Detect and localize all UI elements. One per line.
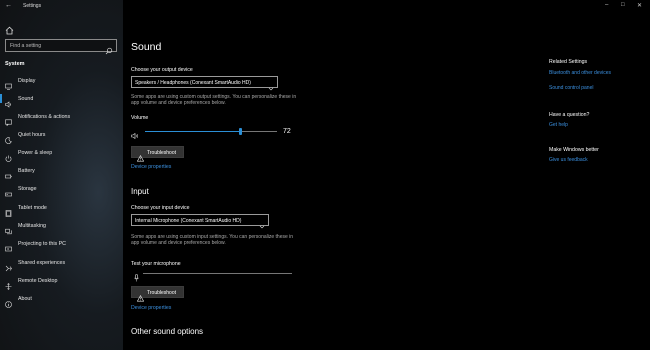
- notifications-icon: [5, 113, 12, 127]
- chevron-down-icon: [268, 79, 274, 91]
- sidebar-item-label: Tablet mode: [18, 205, 47, 211]
- test-microphone-label: Test your microphone: [131, 261, 181, 267]
- input-device-dropdown[interactable]: Internal Microphone (Conexant SmartAudio…: [131, 214, 269, 229]
- output-device-dropdown[interactable]: Speakers / Headphones (Conexant SmartAud…: [131, 76, 278, 91]
- search-icon[interactable]: [105, 42, 113, 55]
- sidebar-item-label: Storage: [18, 186, 37, 192]
- home-icon[interactable]: [5, 22, 14, 35]
- sidebar-item-label: Battery: [18, 168, 35, 174]
- sound-control-panel-link[interactable]: Sound control panel: [549, 85, 593, 91]
- feedback-heading: Make Windows better: [549, 147, 599, 153]
- input-device-properties-link[interactable]: Device properties: [131, 305, 171, 311]
- speaker-volume-icon[interactable]: [131, 127, 139, 140]
- microphone-level-meter: [143, 273, 292, 274]
- remote-icon: [5, 277, 12, 290]
- active-indicator: [0, 94, 2, 103]
- sidebar-item-label: About: [18, 296, 32, 302]
- output-note: Some apps are using custom output settin…: [131, 94, 297, 107]
- volume-label: Volume: [131, 115, 149, 121]
- give-feedback-link[interactable]: Give us feedback: [549, 157, 588, 163]
- input-device-value: Internal Microphone (Conexant SmartAudio…: [135, 218, 242, 224]
- sidebar-item-power-sleep[interactable]: Power & sleep: [0, 145, 123, 162]
- search-input[interactable]: Find a setting: [5, 39, 117, 55]
- question-heading: Have a question?: [549, 112, 590, 118]
- button-label: Troubleshoot: [147, 290, 176, 296]
- sidebar-item-tablet-mode[interactable]: Tablet mode: [0, 200, 123, 217]
- sidebar-item-label: Sound: [18, 96, 34, 102]
- display-icon: [5, 77, 12, 90]
- sidebar-item-battery[interactable]: Battery: [0, 163, 123, 179]
- main-content: Sound Choose your output device Speakers…: [131, 0, 531, 350]
- volume-slider-fill: [145, 131, 241, 132]
- back-arrow-icon[interactable]: ←: [5, 2, 12, 9]
- bluetooth-devices-link[interactable]: Bluetooth and other devices: [549, 70, 611, 76]
- sidebar-item-projecting[interactable]: Projecting to this PC: [0, 236, 123, 252]
- info-icon: [5, 295, 12, 308]
- sidebar-item-sound[interactable]: Sound: [0, 91, 123, 108]
- shared-icon: [5, 259, 12, 272]
- related-settings-heading: Related Settings: [549, 59, 588, 65]
- warning-icon: [136, 149, 145, 162]
- page-title: Sound: [131, 41, 162, 53]
- window-title: Settings: [23, 3, 42, 9]
- input-section-title: Input: [131, 187, 149, 196]
- sidebar-item-storage[interactable]: Storage: [0, 181, 123, 197]
- tablet-icon: [5, 204, 12, 217]
- multitasking-icon: [5, 222, 12, 235]
- power-icon: [5, 149, 12, 162]
- chevron-down-icon: [259, 217, 265, 229]
- sidebar-item-multitasking[interactable]: Multitasking: [0, 218, 123, 235]
- warning-icon: [136, 289, 145, 302]
- battery-icon: [5, 167, 12, 179]
- input-troubleshoot-button[interactable]: Troubleshoot: [131, 286, 184, 302]
- get-help-link[interactable]: Get help: [549, 122, 568, 128]
- sidebar-item-label: Display: [18, 78, 36, 84]
- sidebar: Find a setting System Display Sound Noti…: [0, 0, 123, 350]
- moon-icon: [5, 131, 12, 144]
- sidebar-item-label: Shared experiences: [18, 260, 66, 266]
- sidebar-item-label: Power & sleep: [18, 150, 53, 156]
- output-device-properties-link[interactable]: Device properties: [131, 164, 171, 170]
- sidebar-item-label: Notifications & actions: [18, 114, 71, 120]
- input-note: Some apps are using custom input setting…: [131, 234, 294, 247]
- sidebar-item-label: Multitasking: [18, 223, 46, 229]
- speaker-icon: [5, 95, 12, 108]
- search-placeholder: Find a setting: [10, 43, 42, 49]
- sidebar-item-label: Remote Desktop: [18, 278, 58, 284]
- sidebar-item-label: Quiet hours: [18, 132, 46, 138]
- storage-icon: [5, 185, 12, 197]
- input-device-label: Choose your input device: [131, 205, 190, 211]
- button-label: Troubleshoot: [147, 150, 176, 156]
- section-heading-system: System: [5, 61, 25, 67]
- other-sound-options-title: Other sound options: [131, 327, 204, 336]
- sidebar-item-shared-experiences[interactable]: Shared experiences: [0, 255, 123, 272]
- output-troubleshoot-button[interactable]: Troubleshoot: [131, 146, 184, 162]
- volume-slider-thumb[interactable]: [238, 128, 242, 135]
- volume-value: 72: [283, 128, 291, 135]
- sidebar-item-display[interactable]: Display: [0, 73, 123, 90]
- sidebar-item-label: Projecting to this PC: [18, 241, 66, 247]
- sidebar-item-remote-desktop[interactable]: Remote Desktop: [0, 273, 123, 290]
- output-device-value: Speakers / Headphones (Conexant SmartAud…: [135, 80, 251, 86]
- projecting-icon: [5, 240, 12, 252]
- output-device-label: Choose your output device: [131, 67, 193, 73]
- sidebar-item-notifications[interactable]: Notifications & actions: [0, 109, 123, 127]
- related-settings-panel: Related Settings Bluetooth and other dev…: [549, 0, 649, 350]
- microphone-icon: [133, 269, 140, 282]
- sidebar-item-about[interactable]: About: [0, 291, 123, 308]
- sidebar-item-quiet-hours[interactable]: Quiet hours: [0, 127, 123, 144]
